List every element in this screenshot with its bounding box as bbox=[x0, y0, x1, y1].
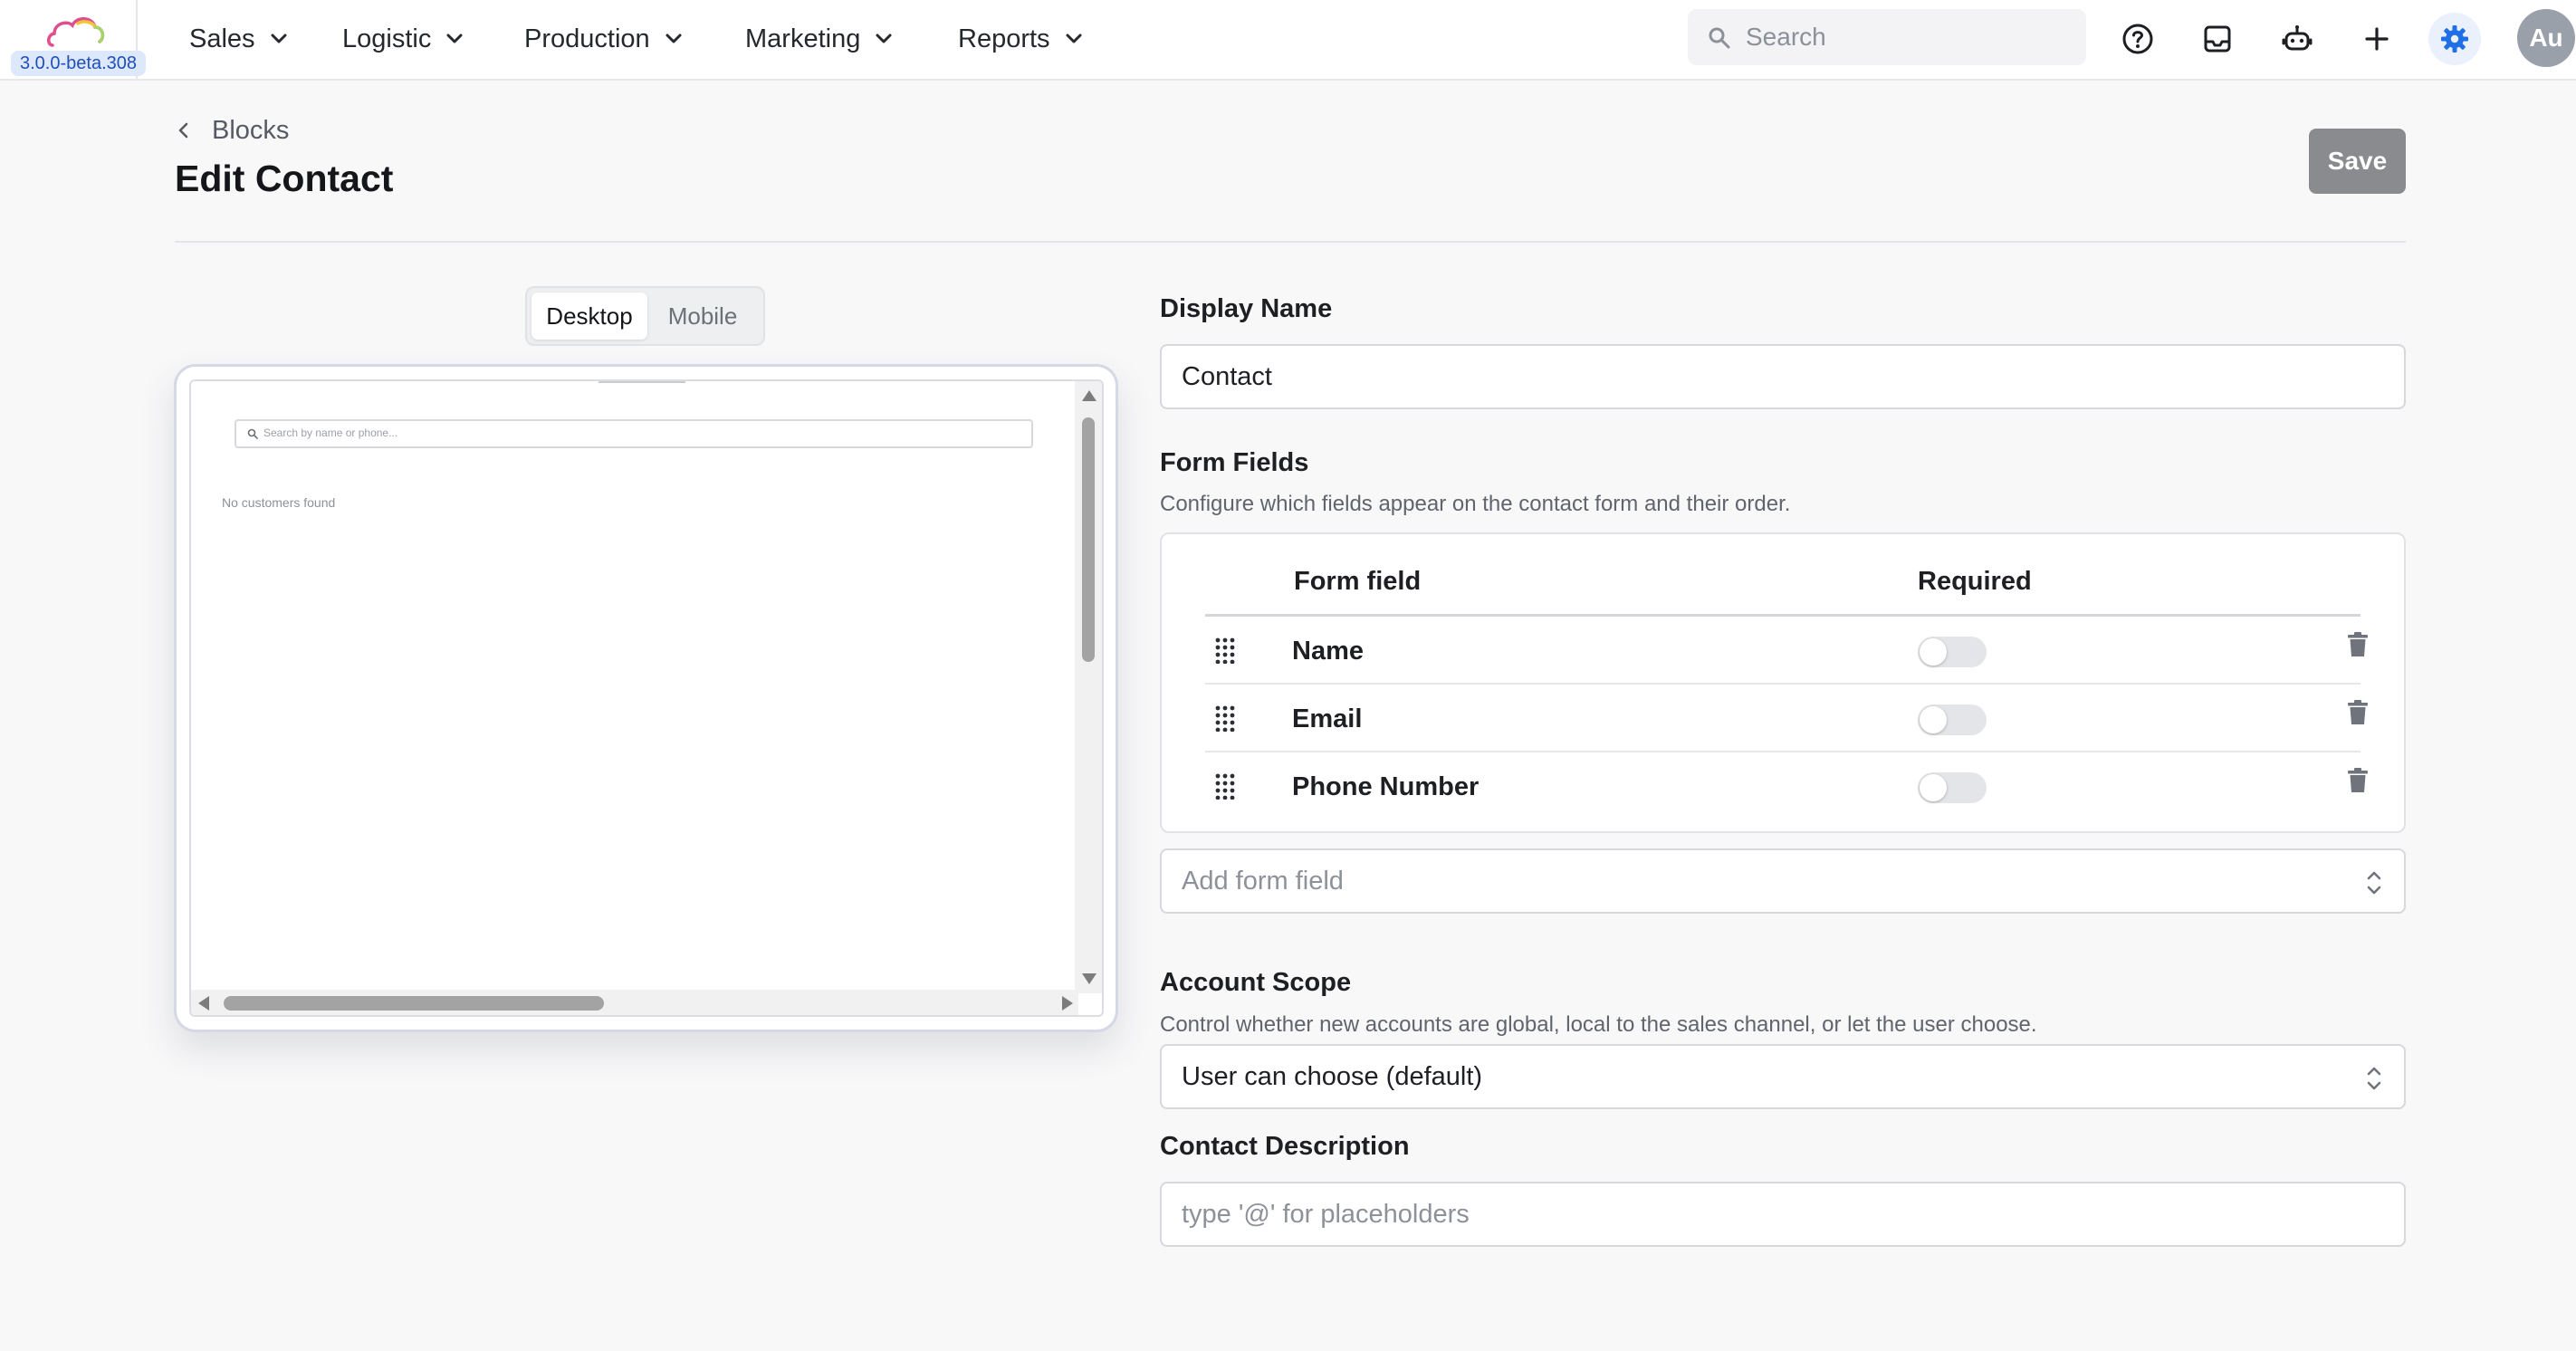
gear-icon bbox=[2441, 25, 2468, 53]
chevron-down-icon bbox=[271, 34, 287, 43]
required-toggle[interactable] bbox=[1918, 637, 1987, 667]
row-field-name: Email bbox=[1292, 704, 1363, 733]
chevron-down-icon bbox=[446, 34, 463, 43]
preview-screen: Search by name or phone... No customers … bbox=[189, 379, 1104, 1017]
drag-handle-icon[interactable] bbox=[1214, 637, 1236, 664]
drag-handle-icon[interactable] bbox=[1214, 704, 1236, 732]
column-header-required: Required bbox=[1918, 567, 2032, 596]
robot-icon bbox=[2282, 25, 2313, 51]
chevron-up-down-icon bbox=[2367, 1067, 2381, 1090]
cloud-logo-icon bbox=[47, 17, 105, 47]
chevron-down-icon bbox=[876, 34, 892, 43]
vertical-scroll-thumb[interactable] bbox=[1082, 417, 1095, 662]
inbox-button[interactable] bbox=[2191, 13, 2244, 65]
settings-button[interactable] bbox=[2428, 13, 2481, 65]
required-toggle[interactable] bbox=[1918, 772, 1987, 803]
form-fields-table: Form field Required Name Email Phone Num… bbox=[1160, 532, 2406, 833]
contact-description-label: Contact Description bbox=[1160, 1132, 1410, 1161]
scroll-left-arrow-icon[interactable] bbox=[198, 996, 209, 1011]
logo-area[interactable]: 3.0.0-beta.308 bbox=[0, 0, 146, 81]
scroll-down-arrow-icon[interactable] bbox=[1082, 973, 1096, 984]
tab-desktop[interactable]: Desktop bbox=[531, 292, 647, 340]
search-icon bbox=[1709, 27, 1730, 49]
nav-marketing-label: Marketing bbox=[745, 24, 861, 53]
account-scope-select[interactable]: User can choose (default) bbox=[1160, 1044, 2406, 1109]
table-row: Name bbox=[1205, 617, 2368, 685]
search-icon bbox=[247, 428, 258, 439]
nav-sales-label: Sales bbox=[189, 24, 255, 53]
add-form-field-placeholder: Add form field bbox=[1182, 867, 1344, 896]
preview-empty-message: No customers found bbox=[222, 495, 336, 510]
account-scope-hint: Control whether new accounts are global,… bbox=[1160, 1012, 2037, 1037]
breadcrumb-label: Blocks bbox=[212, 115, 290, 145]
preview-search-field[interactable]: Search by name or phone... bbox=[235, 419, 1033, 448]
table-row: Email bbox=[1205, 685, 2368, 752]
form-fields-hint: Configure which fields appear on the con… bbox=[1160, 492, 1791, 516]
breadcrumb-back[interactable]: Blocks bbox=[174, 112, 289, 149]
preview-search-placeholder: Search by name or phone... bbox=[263, 426, 398, 439]
drag-handle-icon[interactable] bbox=[1214, 772, 1236, 800]
trash-icon[interactable] bbox=[2346, 767, 2370, 794]
top-bar: 3.0.0-beta.308 Sales Logistic Production… bbox=[0, 0, 2576, 81]
inbox-icon bbox=[2204, 25, 2231, 53]
global-search[interactable] bbox=[1688, 9, 2086, 65]
account-scope-value: User can choose (default) bbox=[1182, 1062, 1483, 1091]
trash-icon[interactable] bbox=[2346, 631, 2370, 658]
row-field-name: Phone Number bbox=[1292, 772, 1480, 801]
contact-description-input[interactable] bbox=[1160, 1182, 2406, 1247]
save-button[interactable]: Save bbox=[2309, 129, 2406, 194]
app-root: 3.0.0-beta.308 Sales Logistic Production… bbox=[0, 0, 2576, 1351]
plus-icon bbox=[2365, 27, 2389, 51]
help-button[interactable] bbox=[2112, 13, 2164, 65]
form-fields-label: Form Fields bbox=[1160, 448, 1309, 477]
horizontal-scroll-thumb[interactable] bbox=[224, 996, 604, 1011]
nav-sales[interactable]: Sales bbox=[189, 20, 290, 58]
tab-mobile[interactable]: Mobile bbox=[647, 292, 758, 340]
page-title: Edit Contact bbox=[175, 158, 394, 199]
preview-mode-toggle: Desktop Mobile bbox=[525, 286, 765, 346]
nav-logistic-label: Logistic bbox=[342, 24, 432, 53]
scroll-up-arrow-icon[interactable] bbox=[1082, 390, 1096, 401]
chevron-down-icon bbox=[1066, 34, 1082, 43]
toggle-knob bbox=[1920, 774, 1947, 801]
required-toggle[interactable] bbox=[1918, 704, 1987, 735]
table-row: Phone Number bbox=[1205, 752, 2368, 820]
help-circle-icon bbox=[2122, 24, 2153, 54]
display-name-input[interactable] bbox=[1160, 344, 2406, 409]
nav-reports[interactable]: Reports bbox=[958, 20, 1085, 58]
nav-marketing[interactable]: Marketing bbox=[745, 20, 895, 58]
version-badge: 3.0.0-beta.308 bbox=[11, 51, 146, 76]
toggle-knob bbox=[1920, 706, 1947, 733]
nav-production[interactable]: Production bbox=[524, 20, 685, 58]
device-preview-frame: Search by name or phone... No customers … bbox=[174, 364, 1118, 1032]
nav-production-label: Production bbox=[524, 24, 650, 53]
header-divider bbox=[175, 241, 2406, 243]
assistant-button[interactable] bbox=[2271, 13, 2323, 65]
account-scope-label: Account Scope bbox=[1160, 968, 1352, 997]
chevron-left-icon bbox=[178, 122, 188, 139]
row-field-name: Name bbox=[1292, 637, 1364, 666]
preview-notch bbox=[599, 381, 685, 383]
add-button[interactable] bbox=[2351, 13, 2403, 65]
chevron-down-icon bbox=[666, 34, 682, 43]
nav-reports-label: Reports bbox=[958, 24, 1050, 53]
trash-icon[interactable] bbox=[2346, 699, 2370, 726]
vertical-scrollbar[interactable] bbox=[1075, 381, 1102, 993]
chevron-up-down-icon bbox=[2367, 871, 2381, 895]
column-header-form-field: Form field bbox=[1294, 567, 1422, 596]
horizontal-scrollbar[interactable] bbox=[191, 990, 1078, 1015]
search-input[interactable] bbox=[1746, 9, 2072, 65]
toggle-knob bbox=[1920, 638, 1947, 666]
user-avatar[interactable]: Au bbox=[2517, 9, 2575, 67]
display-name-label: Display Name bbox=[1160, 294, 1333, 323]
nav-logistic[interactable]: Logistic bbox=[342, 20, 465, 58]
add-form-field-select[interactable]: Add form field bbox=[1160, 848, 2406, 914]
scroll-right-arrow-icon[interactable] bbox=[1062, 996, 1073, 1011]
